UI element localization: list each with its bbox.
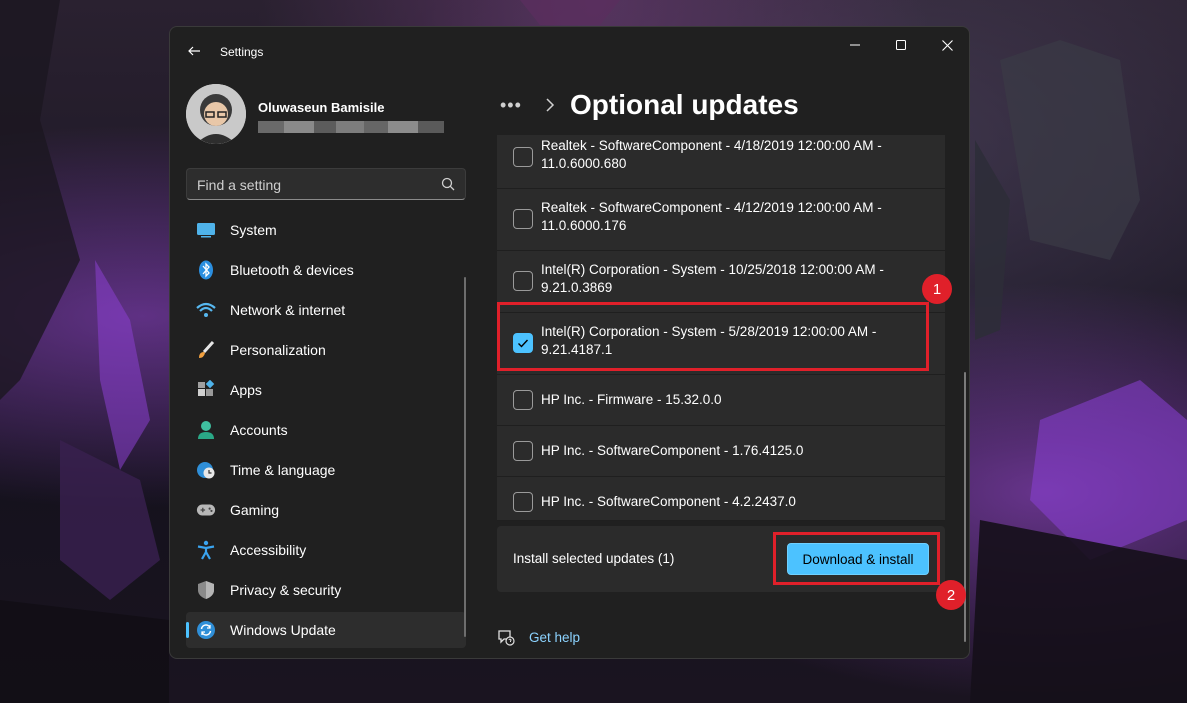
sidebar-item-accounts[interactable]: Accounts	[186, 412, 466, 448]
update-row[interactable]: HP Inc. - SoftwareComponent - 1.76.4125.…	[497, 426, 945, 477]
user-email-redacted	[258, 120, 444, 133]
maximize-button[interactable]	[886, 35, 916, 55]
highlight-box-download-button	[773, 532, 940, 585]
breadcrumb-more-button[interactable]: •••	[500, 95, 532, 116]
sidebar-scrollbar[interactable]	[464, 277, 466, 637]
brush-icon	[196, 340, 216, 360]
sidebar-item-label: Bluetooth & devices	[230, 262, 354, 278]
update-checkbox[interactable]	[513, 441, 533, 461]
search-input[interactable]	[197, 175, 437, 195]
sidebar-item-label: Privacy & security	[230, 582, 342, 598]
get-help-label: Get help	[529, 629, 581, 645]
sidebar-item-bluetooth[interactable]: Bluetooth & devices	[186, 252, 466, 288]
maximize-icon	[896, 40, 906, 50]
sidebar-item-personalization[interactable]: Personalization	[186, 332, 466, 368]
sidebar-item-gaming[interactable]: Gaming	[186, 492, 466, 528]
update-title: HP Inc. - SoftwareComponent - 1.76.4125.…	[541, 443, 804, 458]
get-help-link[interactable]: Get help	[497, 625, 580, 649]
minimize-icon	[850, 44, 860, 46]
close-icon	[941, 39, 953, 51]
sidebar-item-label: Windows Update	[230, 622, 336, 638]
sidebar-item-privacy[interactable]: Privacy & security	[186, 572, 466, 608]
install-selected-label: Install selected updates (1)	[513, 551, 675, 566]
title-bar: Settings	[170, 27, 969, 75]
search-box[interactable]	[186, 168, 466, 200]
step-marker-2: 2	[936, 580, 966, 610]
update-row[interactable]: HP Inc. - SoftwareComponent - 4.2.2437.0	[497, 477, 945, 521]
update-checkbox[interactable]	[513, 271, 533, 291]
update-title: Realtek - SoftwareComponent - 4/12/2019 …	[541, 200, 882, 215]
update-title: Intel(R) Corporation - System - 10/25/20…	[541, 262, 884, 277]
highlight-box-selected-update	[497, 302, 929, 371]
sidebar-item-label: System	[230, 222, 277, 238]
update-row[interactable]: Realtek - SoftwareComponent - 4/18/2019 …	[497, 135, 945, 189]
avatar	[186, 84, 246, 144]
user-profile[interactable]: Oluwaseun Bamisile	[186, 84, 476, 146]
update-title: Realtek - SoftwareComponent - 4/18/2019 …	[541, 138, 882, 153]
close-button[interactable]	[932, 35, 962, 55]
sidebar-item-label: Accounts	[230, 422, 288, 438]
step-marker-1: 1	[922, 274, 952, 304]
bluetooth-icon	[196, 260, 216, 280]
sidebar-item-accessibility[interactable]: Accessibility	[186, 532, 466, 568]
sidebar-item-apps[interactable]: Apps	[186, 372, 466, 408]
back-arrow-icon	[188, 46, 200, 56]
sidebar-item-label: Apps	[230, 382, 262, 398]
sidebar-item-label: Gaming	[230, 502, 280, 518]
sidebar-item-system[interactable]: System	[186, 212, 466, 248]
search-icon	[441, 177, 455, 191]
update-checkbox[interactable]	[513, 492, 533, 512]
system-icon	[196, 220, 216, 240]
apps-icon	[196, 380, 216, 400]
minimize-button[interactable]	[840, 35, 870, 55]
help-chat-icon	[498, 630, 515, 646]
sidebar-item-time-language[interactable]: Time & language	[186, 452, 466, 488]
accessibility-icon	[196, 540, 216, 560]
sidebar-item-label: Network & internet	[230, 302, 346, 318]
app-title: Settings	[220, 45, 264, 59]
breadcrumb: ••• Optional updates	[500, 85, 799, 125]
update-checkbox[interactable]	[513, 390, 533, 410]
page-title: Optional updates	[570, 89, 799, 120]
update-version: 9.21.0.3869	[541, 280, 613, 295]
sidebar-nav: System Bluetooth & devices Network & int…	[186, 212, 466, 652]
update-row[interactable]: Realtek - SoftwareComponent - 4/12/2019 …	[497, 189, 945, 251]
sidebar-item-label: Accessibility	[230, 542, 307, 558]
update-title: HP Inc. - SoftwareComponent - 4.2.2437.0	[541, 494, 796, 509]
sidebar-item-label: Time & language	[230, 462, 336, 478]
gamepad-icon	[196, 500, 216, 520]
update-icon	[196, 620, 216, 640]
update-checkbox[interactable]	[513, 209, 533, 229]
update-title: HP Inc. - Firmware - 15.32.0.0	[541, 392, 722, 407]
person-icon	[196, 420, 216, 440]
update-version: 11.0.6000.176	[541, 218, 627, 233]
back-button[interactable]	[184, 41, 204, 61]
sidebar-item-network[interactable]: Network & internet	[186, 292, 466, 328]
update-row[interactable]: HP Inc. - Firmware - 15.32.0.0	[497, 375, 945, 426]
chevron-right-icon	[546, 98, 555, 112]
update-version: 11.0.6000.680	[541, 156, 627, 171]
update-checkbox[interactable]	[513, 147, 533, 167]
shield-icon	[196, 580, 216, 600]
wifi-icon	[196, 300, 216, 320]
sidebar-item-label: Personalization	[230, 342, 326, 358]
user-name: Oluwaseun Bamisile	[258, 100, 385, 115]
globe-clock-icon	[196, 460, 216, 480]
sidebar-item-windows-update[interactable]: Windows Update	[186, 612, 466, 648]
